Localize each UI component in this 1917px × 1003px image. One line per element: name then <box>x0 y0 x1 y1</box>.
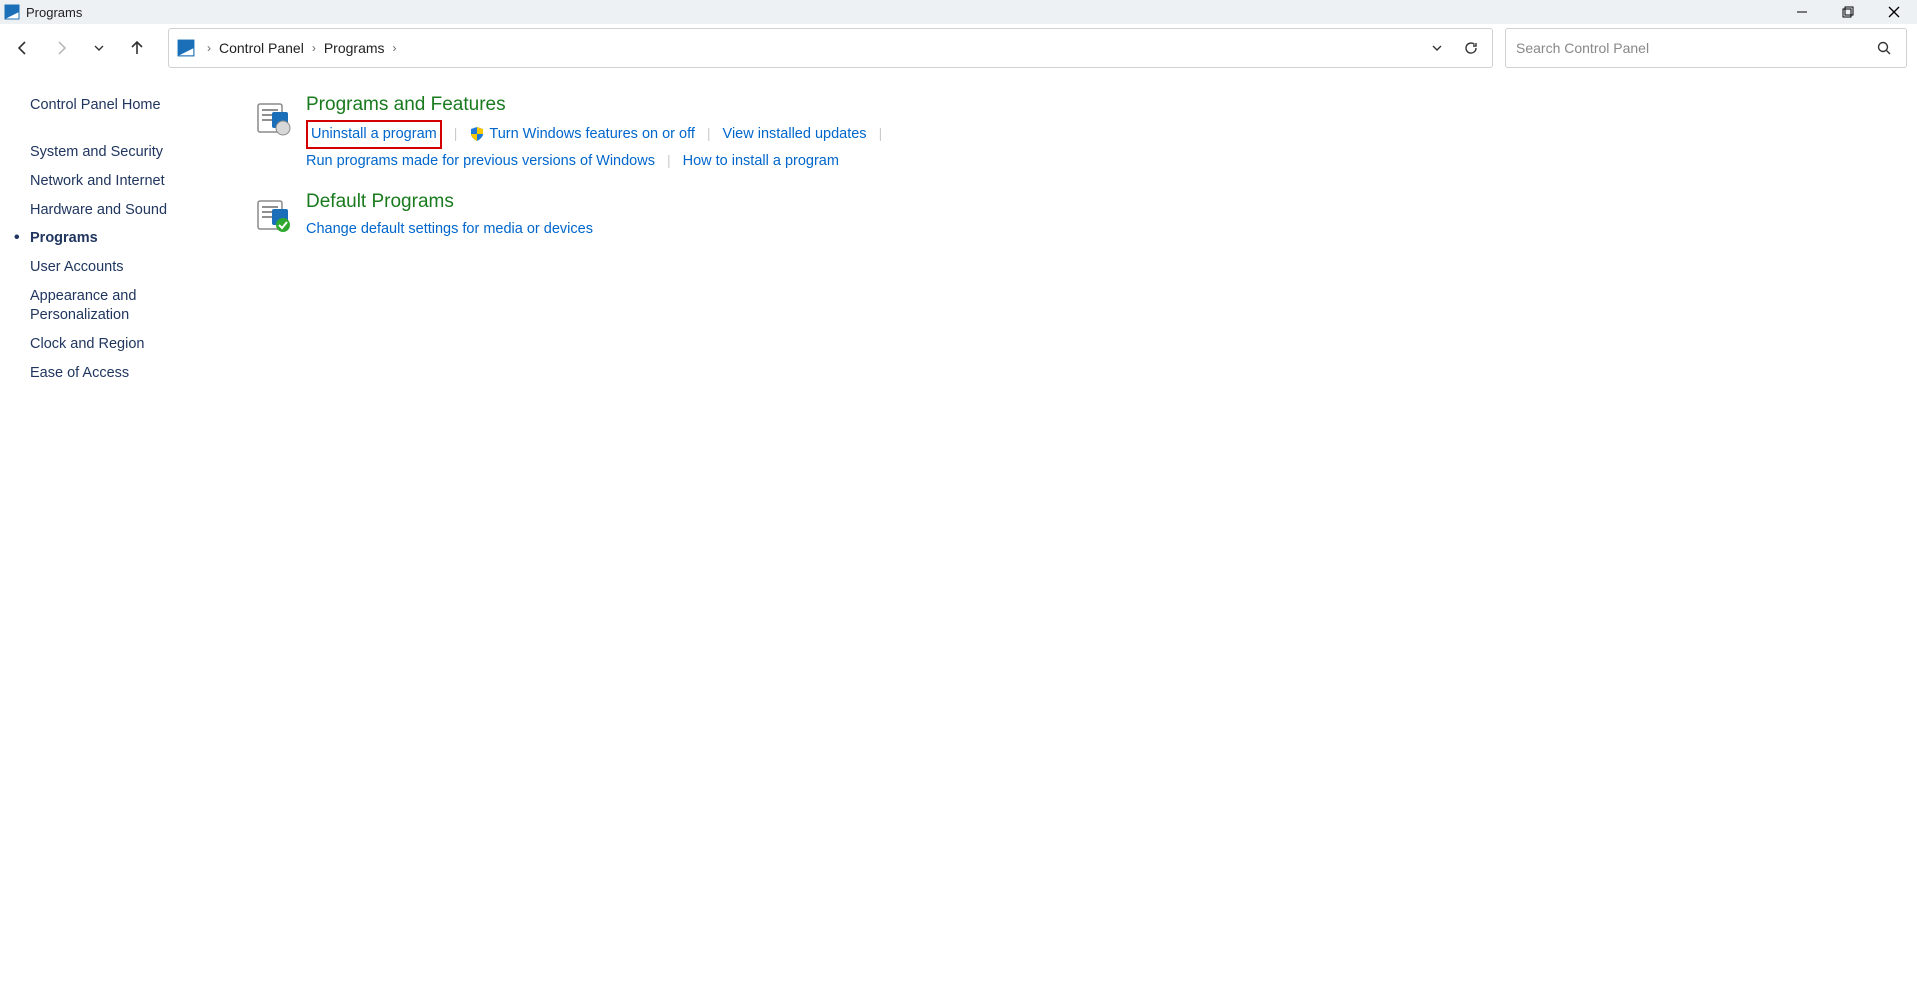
main-content: Programs and Features Uninstall a progra… <box>240 72 1917 1003</box>
separator: | <box>867 122 895 146</box>
window-title: Programs <box>26 5 82 20</box>
forward-button[interactable] <box>44 31 78 65</box>
search-input[interactable] <box>1516 40 1872 56</box>
default-programs-icon <box>254 195 294 235</box>
highlight-box: Uninstall a program <box>306 120 442 149</box>
sidebar-item-ease-of-access[interactable]: Ease of Access <box>30 364 240 383</box>
control-panel-icon <box>4 4 20 20</box>
windows-features-link[interactable]: Turn Windows features on or off <box>489 122 695 147</box>
how-to-install-link[interactable]: How to install a program <box>683 149 839 174</box>
sidebar-home-link[interactable]: Control Panel Home <box>30 96 240 115</box>
programs-features-icon <box>254 98 294 138</box>
category-title[interactable]: Programs and Features <box>306 94 1897 116</box>
up-button[interactable] <box>120 31 154 65</box>
separator: | <box>655 149 683 173</box>
default-settings-link[interactable]: Change default settings for media or dev… <box>306 217 593 242</box>
search-icon[interactable] <box>1872 36 1896 60</box>
search-box[interactable] <box>1505 28 1907 68</box>
sidebar-item-system-security[interactable]: System and Security <box>30 143 240 162</box>
address-bar[interactable]: › Control Panel › Programs › <box>168 28 1493 68</box>
compatibility-link[interactable]: Run programs made for previous versions … <box>306 149 655 174</box>
category-programs-features: Programs and Features Uninstall a progra… <box>254 94 1897 173</box>
back-button[interactable] <box>6 31 40 65</box>
separator: | <box>442 122 470 146</box>
breadcrumb-item[interactable]: Control Panel <box>217 36 306 60</box>
chevron-right-icon[interactable]: › <box>201 41 217 55</box>
chevron-right-icon[interactable]: › <box>387 41 403 55</box>
sidebar: Control Panel Home System and Security N… <box>0 72 240 1003</box>
shield-icon <box>469 126 485 142</box>
sidebar-item-user-accounts[interactable]: User Accounts <box>30 258 240 277</box>
separator: | <box>695 122 723 146</box>
toolbar: › Control Panel › Programs › <box>0 24 1917 72</box>
sidebar-item-network-internet[interactable]: Network and Internet <box>30 172 240 191</box>
chevron-right-icon[interactable]: › <box>306 41 322 55</box>
control-panel-icon <box>177 39 195 57</box>
sidebar-item-hardware-sound[interactable]: Hardware and Sound <box>30 201 240 220</box>
titlebar: Programs <box>0 0 1917 24</box>
category-default-programs: Default Programs Change default settings… <box>254 191 1897 242</box>
recent-locations-button[interactable] <box>82 31 116 65</box>
view-updates-link[interactable]: View installed updates <box>723 122 867 147</box>
maximize-button[interactable] <box>1825 0 1871 24</box>
history-dropdown-button[interactable] <box>1420 31 1454 65</box>
sidebar-item-clock-region[interactable]: Clock and Region <box>30 335 240 354</box>
category-title[interactable]: Default Programs <box>306 191 1897 213</box>
minimize-button[interactable] <box>1779 0 1825 24</box>
sidebar-item-programs[interactable]: Programs <box>30 229 240 248</box>
uninstall-program-link[interactable]: Uninstall a program <box>311 126 437 142</box>
breadcrumb-item[interactable]: Programs <box>322 36 387 60</box>
close-button[interactable] <box>1871 0 1917 24</box>
sidebar-item-appearance[interactable]: Appearance and Personalization <box>30 287 170 325</box>
refresh-button[interactable] <box>1454 31 1488 65</box>
